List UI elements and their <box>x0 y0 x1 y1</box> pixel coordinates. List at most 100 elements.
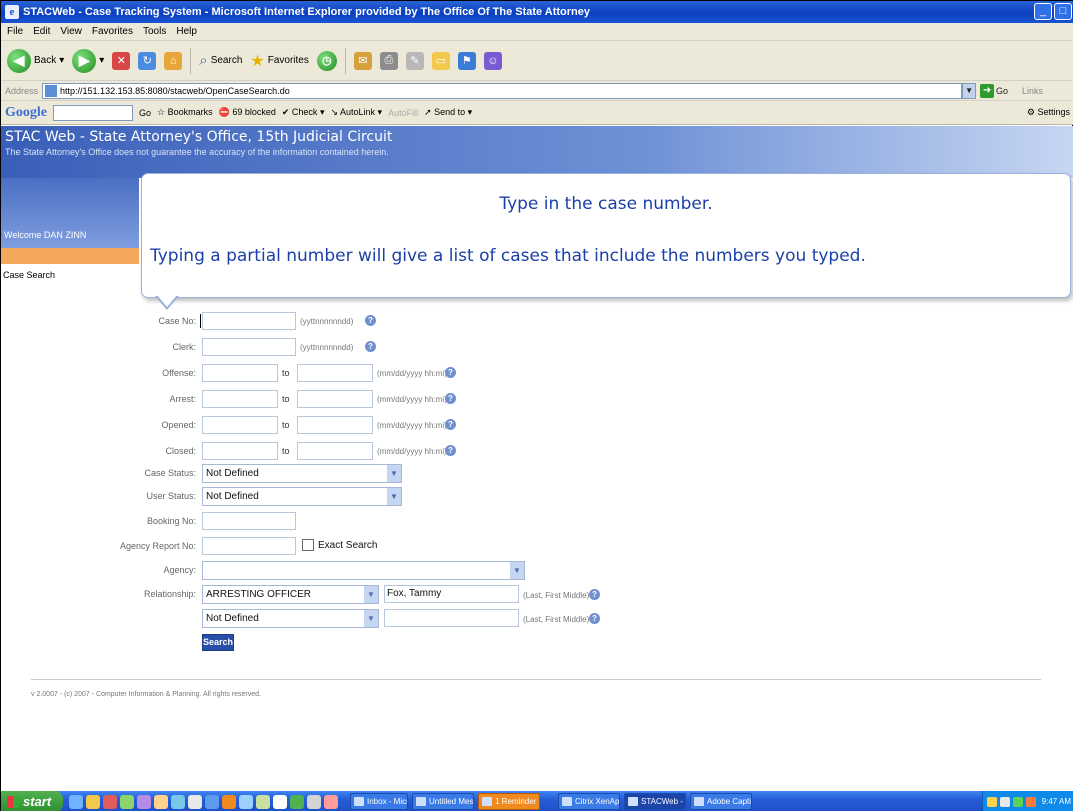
arrest-to-input[interactable] <box>297 390 373 408</box>
popup-blocker-button[interactable]: ⛔ 69 blocked <box>219 107 276 118</box>
user-status-select[interactable]: Not Defined ▼ <box>202 487 402 506</box>
opened-to-input[interactable] <box>297 416 373 434</box>
quick-launch-icon[interactable] <box>256 794 270 809</box>
address-dropdown-icon[interactable]: ▼ <box>962 82 977 99</box>
quick-launch-icon[interactable] <box>205 794 219 809</box>
research-icon[interactable]: ⚑ <box>457 51 476 70</box>
exact-search-checkbox[interactable] <box>302 539 314 551</box>
help-icon[interactable]: ? <box>589 589 600 600</box>
google-settings-button[interactable]: ⚙ Settings <box>1027 107 1070 118</box>
windows-flag-icon <box>7 795 19 808</box>
case-no-hint: (yyttnnnnnndd) <box>300 317 354 326</box>
history-icon[interactable]: ◷ <box>316 50 337 71</box>
autofill-button[interactable]: AutoFill <box>388 108 418 118</box>
exact-search-label: Exact Search <box>318 540 378 551</box>
menu-file[interactable]: File <box>7 26 23 37</box>
google-go-button[interactable]: Go <box>139 108 151 118</box>
mail-icon[interactable]: ✉ <box>353 51 372 70</box>
relationship-select[interactable]: ARRESTING OFFICER ▼ <box>202 585 379 604</box>
agency-report-input[interactable] <box>202 537 296 555</box>
booking-no-input[interactable] <box>202 512 296 530</box>
case-no-input[interactable] <box>202 312 296 330</box>
quick-launch-icon[interactable] <box>273 794 287 809</box>
relationship-2-select[interactable]: Not Defined ▼ <box>202 609 379 628</box>
help-icon[interactable]: ? <box>589 613 600 624</box>
quick-launch-icon[interactable] <box>188 794 202 809</box>
closed-from-input[interactable] <box>202 442 278 460</box>
folder-icon[interactable]: ▭ <box>431 51 450 70</box>
task-untitled-message[interactable]: Untitled Message <box>412 793 474 810</box>
offense-from-input[interactable] <box>202 364 278 382</box>
help-icon[interactable]: ? <box>445 419 456 430</box>
offense-to-input[interactable] <box>297 364 373 382</box>
refresh-icon[interactable]: ↻ <box>138 51 157 70</box>
stop-icon[interactable]: ✕ <box>112 51 131 70</box>
search-button[interactable]: Search <box>202 634 234 651</box>
forward-button[interactable]: ▶ ▾ <box>72 48 104 73</box>
relationship-name-input[interactable]: Fox, Tammy <box>384 585 519 603</box>
quick-launch-icon[interactable] <box>86 794 100 809</box>
opened-from-input[interactable] <box>202 416 278 434</box>
menu-view[interactable]: View <box>60 26 82 37</box>
links-label[interactable]: Links <box>1022 86 1043 96</box>
print-icon[interactable]: ⎙ <box>379 51 398 70</box>
arrest-from-input[interactable] <box>202 390 278 408</box>
help-icon[interactable]: ? <box>365 315 376 326</box>
menu-tools[interactable]: Tools <box>143 26 166 37</box>
quick-launch-icon[interactable] <box>69 794 83 809</box>
relationship-2-name-input[interactable] <box>384 609 519 627</box>
quick-launch-icon[interactable] <box>171 794 185 809</box>
quick-launch-icon[interactable] <box>222 794 236 809</box>
task-reminder[interactable]: 1 Reminder <box>478 793 540 810</box>
case-status-select[interactable]: Not Defined ▼ <box>202 464 402 483</box>
tray-icon[interactable] <box>986 796 997 807</box>
favorites-button[interactable]: ★ Favorites <box>250 51 308 71</box>
address-input[interactable]: http://151.132.153.85:8080/stacweb/OpenC… <box>42 82 963 99</box>
clerk-input[interactable] <box>202 338 296 356</box>
search-button[interactable]: ⌕ Search <box>199 52 242 69</box>
quick-launch-icon[interactable] <box>239 794 253 809</box>
start-button[interactable]: start <box>1 791 63 811</box>
help-icon[interactable]: ? <box>365 341 376 352</box>
quick-launch-icon[interactable] <box>154 794 168 809</box>
autolink-button[interactable]: ↘ AutoLink ▾ <box>330 107 382 118</box>
name-hint: (Last, First Middle) <box>523 591 590 600</box>
help-icon[interactable]: ? <box>445 367 456 378</box>
tray-icon[interactable] <box>1025 796 1036 807</box>
maximize-icon[interactable]: □ <box>1054 3 1072 20</box>
agency-select[interactable]: ▼ <box>202 561 525 580</box>
quick-launch-icon[interactable] <box>324 794 338 809</box>
google-search-input[interactable] <box>53 104 133 121</box>
menu-help[interactable]: Help <box>176 26 197 37</box>
quick-launch-icon[interactable] <box>290 794 304 809</box>
footer-divider <box>31 679 1041 680</box>
agency-report-label: Agency Report No: <box>119 541 196 551</box>
tray-icon[interactable] <box>1012 796 1023 807</box>
quick-launch-icon[interactable] <box>137 794 151 809</box>
home-icon[interactable]: ⌂ <box>164 51 183 70</box>
go-button[interactable]: ➜ Go <box>980 83 1008 98</box>
menu-edit[interactable]: Edit <box>33 26 50 37</box>
quick-launch-icon[interactable] <box>103 794 117 809</box>
back-button[interactable]: ◀ Back ▾ <box>7 48 64 73</box>
task-citrix[interactable]: Citrix XenApp - ... <box>558 793 620 810</box>
tray-icon[interactable] <box>999 796 1010 807</box>
messenger-icon[interactable]: ☺ <box>483 51 502 70</box>
help-icon[interactable]: ? <box>445 393 456 404</box>
quick-launch-icon[interactable] <box>120 794 134 809</box>
menu-favorites[interactable]: Favorites <box>92 26 133 37</box>
google-bookmarks-button[interactable]: ☆ Bookmarks <box>157 107 213 118</box>
search-icon: ⌕ <box>199 52 208 69</box>
task-adobe-captivate[interactable]: Adobe Captivate <box>690 793 752 810</box>
system-tray: 9:47 AM <box>982 791 1073 811</box>
closed-to-input[interactable] <box>297 442 373 460</box>
nav-case-search[interactable]: Case Search <box>3 270 55 280</box>
task-inbox[interactable]: Inbox - Microso... <box>350 793 408 810</box>
help-icon[interactable]: ? <box>445 445 456 456</box>
spell-check-button[interactable]: ✔ Check ▾ <box>282 107 325 118</box>
minimize-icon[interactable]: _ <box>1034 3 1052 20</box>
task-stacweb[interactable]: STACWeb - Cas... <box>624 793 686 810</box>
send-to-button[interactable]: ➚ Send to ▾ <box>424 107 472 118</box>
quick-launch-icon[interactable] <box>307 794 321 809</box>
edit-icon[interactable]: ✎ <box>405 51 424 70</box>
